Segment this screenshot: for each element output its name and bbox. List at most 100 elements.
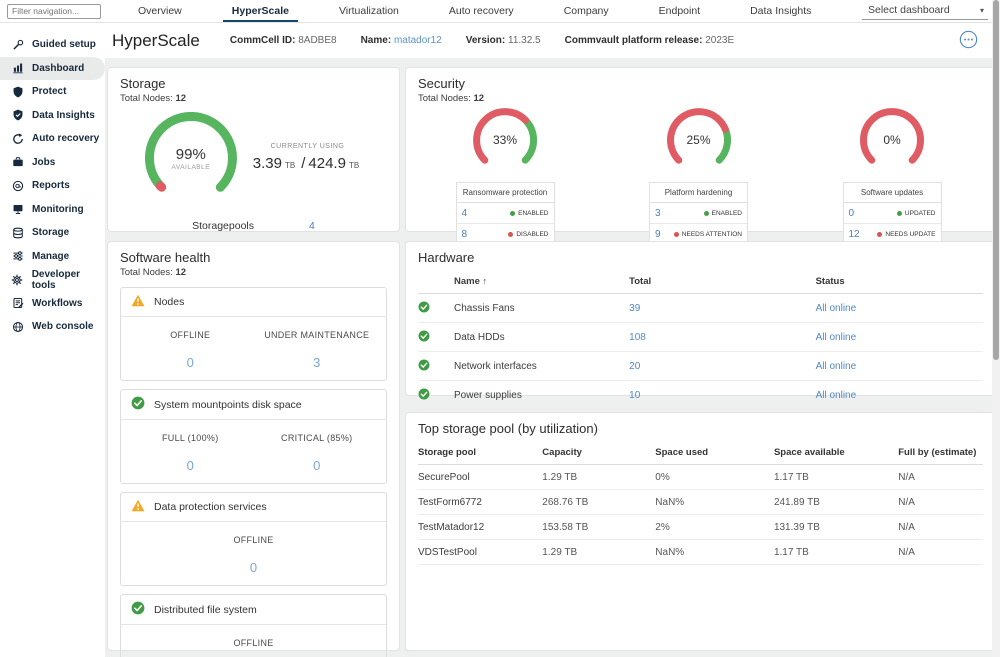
hardware-status-link[interactable]: All online	[816, 332, 857, 343]
sidebar-item-storage[interactable]: Storage	[0, 221, 105, 245]
storage-pool-table: Storage poolCapacitySpace usedSpace avai…	[418, 441, 983, 565]
sidebar-item-dashboard[interactable]: Dashboard	[0, 57, 105, 81]
security-count-link[interactable]: 3	[655, 208, 661, 219]
sidebar-item-jobs[interactable]: Jobs	[0, 151, 105, 175]
security-count-link[interactable]: 8	[462, 229, 468, 240]
total-nodes-label: Total Nodes:	[120, 93, 173, 104]
tab-overview[interactable]: Overview	[113, 0, 207, 22]
top-tabs: OverviewHyperScaleVirtualizationAuto rec…	[113, 0, 836, 22]
hardware-total-link[interactable]: 20	[629, 361, 640, 372]
sidebar-item-label: Auto recovery	[32, 133, 99, 144]
sidebar-item-label: Manage	[32, 251, 69, 262]
security-count-link[interactable]: 4	[462, 208, 468, 219]
metric-value-link[interactable]: 0	[187, 355, 194, 370]
pool-cell-space-used: NaN%	[655, 490, 774, 515]
tab-auto-recovery[interactable]: Auto recovery	[424, 0, 539, 22]
sidebar-item-manage[interactable]: Manage	[0, 245, 105, 269]
pool-cell-capacity: 1.29 TB	[542, 540, 655, 565]
meta-value[interactable]: matador12	[394, 35, 442, 46]
vertical-scrollbar[interactable]	[992, 0, 1000, 657]
tab-data-insights[interactable]: Data Insights	[725, 0, 836, 22]
shield-icon	[11, 85, 24, 98]
sidebar-item-reports[interactable]: Reports	[0, 174, 105, 198]
more-options-icon	[959, 36, 978, 53]
tab-endpoint[interactable]: Endpoint	[634, 0, 725, 22]
metric-value-link[interactable]: 0	[187, 458, 194, 473]
page-title: HyperScale	[112, 31, 200, 51]
tab-virtualization[interactable]: Virtualization	[314, 0, 424, 22]
recovery-icon	[11, 132, 24, 145]
software-section-nodes: Nodes OFFLINE 0 UNDER MAINTENANCE 3	[120, 287, 387, 381]
hardware-status-link[interactable]: All online	[816, 303, 857, 314]
security-status: NEEDS ATTENTION	[674, 231, 742, 238]
pool-column-space-available[interactable]: Space available	[774, 441, 898, 465]
check-circle-icon	[418, 305, 430, 316]
security-total-nodes: Total Nodes: 12	[418, 93, 983, 104]
hardware-status-link[interactable]: All online	[816, 361, 857, 372]
workflow-icon	[11, 297, 24, 310]
security-count-link[interactable]: 0	[849, 208, 855, 219]
tools-icon	[11, 38, 24, 51]
hardware-total-link[interactable]: 108	[629, 332, 646, 343]
meta-label: CommCell ID:	[230, 35, 296, 46]
pool-cell-storage-pool[interactable]: VDSTestPool	[418, 540, 542, 565]
usage-caption: CURRENTLY USING	[253, 143, 362, 150]
metric-value-link[interactable]: 3	[313, 355, 320, 370]
tab-company[interactable]: Company	[539, 0, 634, 22]
more-options-button[interactable]	[959, 30, 978, 54]
status-dot-red	[674, 232, 679, 237]
shield-check-icon	[11, 109, 24, 122]
filter-navigation-input[interactable]	[7, 4, 101, 19]
hardware-total-link[interactable]: 39	[629, 303, 640, 314]
hardware-header-row: Name ↑ Total Status	[418, 270, 983, 294]
security-table-ransomware-protection: Ransomware protection 4 ENABLED 8 DISABL…	[456, 182, 555, 245]
sidebar-item-label: Jobs	[32, 157, 55, 168]
pool-column-full-by-estimate-[interactable]: Full by (estimate)	[898, 441, 983, 465]
hardware-row-chassis-fans: Chassis Fans 39 All online	[418, 294, 983, 323]
sidebar-item-protect[interactable]: Protect	[0, 80, 105, 104]
security-count-link[interactable]: 9	[655, 229, 661, 240]
pool-column-space-used[interactable]: Space used	[655, 441, 774, 465]
header-meta-name-: Name: matador12	[361, 35, 442, 46]
sidebar-item-web-console[interactable]: Web console	[0, 315, 105, 339]
sidebar-item-monitoring[interactable]: Monitoring	[0, 198, 105, 222]
pool-cell-storage-pool[interactable]: TestForm6772	[418, 490, 542, 515]
meta-label: Name:	[361, 35, 392, 46]
pool-row-vdstestpool: VDSTestPool1.29 TBNaN%1.17 TBN/A	[418, 540, 983, 565]
pool-cell-storage-pool[interactable]: TestMatador12	[418, 515, 542, 540]
hardware-name: Network interfaces	[454, 352, 629, 381]
storagepools-count-link[interactable]: 4	[309, 220, 315, 232]
software-section-metrics: FULL (100%) 0 CRITICAL (85%) 0	[121, 420, 386, 483]
scrollbar-thumb[interactable]	[993, 0, 999, 360]
hardware-card-title: Hardware	[418, 250, 983, 265]
dashboard-selector[interactable]: Select dashboard ▾	[862, 2, 988, 20]
sidebar-item-developer-tools[interactable]: Developer tools	[0, 268, 105, 292]
metric-value-link[interactable]: 0	[313, 458, 320, 473]
pool-column-storage-pool[interactable]: Storage pool	[418, 441, 542, 465]
hardware-status-link[interactable]: All online	[816, 390, 857, 401]
warning-icon	[131, 294, 145, 310]
storage-card: Storage Total Nodes: 12 99% AVAILABLE	[107, 67, 400, 232]
tab-hyperscale[interactable]: HyperScale	[207, 0, 314, 22]
metric-critical-85-: CRITICAL (85%) 0	[254, 433, 381, 475]
security-table-row: 4 ENABLED	[457, 203, 554, 223]
hardware-column-total[interactable]: Total	[629, 270, 815, 294]
pool-column-capacity[interactable]: Capacity	[542, 441, 655, 465]
check-circle-icon	[418, 363, 430, 374]
sidebar-item-workflows[interactable]: Workflows	[0, 292, 105, 316]
pool-cell-full-by-estimate-: N/A	[898, 465, 983, 490]
reports-icon	[11, 179, 24, 192]
software-section-title: System mountpoints disk space	[154, 399, 302, 411]
hardware-column-status[interactable]: Status	[816, 270, 983, 294]
security-table-row: 3 ENABLED	[650, 203, 747, 223]
sidebar-item-data-insights[interactable]: Data Insights	[0, 104, 105, 128]
sidebar-item-label: Storage	[32, 227, 69, 238]
pool-cell-storage-pool[interactable]: SecurePool	[418, 465, 542, 490]
hardware-column-name[interactable]: Name ↑	[454, 270, 629, 294]
sidebar-item-guided-setup[interactable]: Guided setup	[0, 33, 105, 57]
hardware-total-link[interactable]: 10	[629, 390, 640, 401]
security-count-link[interactable]: 12	[849, 229, 860, 240]
metric-offline: OFFLINE 0	[127, 638, 380, 657]
sidebar-item-auto-recovery[interactable]: Auto recovery	[0, 127, 105, 151]
metric-value-link[interactable]: 0	[250, 560, 257, 575]
